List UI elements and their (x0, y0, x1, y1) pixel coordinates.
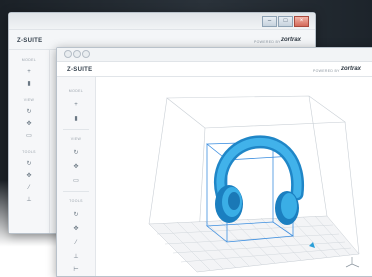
section-label-model: MODEL (68, 89, 84, 93)
window-controls (64, 50, 90, 58)
title-bar (57, 48, 372, 62)
minimize-button[interactable]: – (262, 16, 277, 27)
section-label-view: VIEW (23, 98, 35, 102)
scale-icon[interactable]: ⁄ (71, 239, 81, 247)
place-on-bed-icon[interactable]: ⊥ (71, 253, 81, 261)
window-controls: – □ × (262, 16, 309, 27)
sidebar: MODEL + ▮ VIEW ↻ ✥ ▭ TOOLS ↻ ✥ ⁄ ⊥ ⊢ (57, 77, 96, 276)
maximize-button[interactable]: □ (278, 16, 293, 27)
close-button[interactable]: × (294, 16, 309, 27)
axis-gizmo-icon[interactable] (345, 257, 360, 268)
app-window-front: Z-SUITE POWERED BY zortrax MODEL + ▮ VIE… (56, 47, 372, 277)
powered-by-label: POWERED BY (313, 69, 340, 73)
section-label-tools: TOOLS (69, 199, 83, 203)
cut-icon[interactable]: ⊢ (71, 266, 81, 274)
rotate-icon[interactable]: ↻ (71, 149, 81, 157)
title-bar: – □ × (9, 13, 315, 30)
section-divider (63, 129, 89, 130)
section-label-view: VIEW (70, 137, 82, 141)
build-plate-grid (148, 215, 360, 273)
plus-icon[interactable]: + (71, 101, 81, 109)
maximize-button[interactable] (82, 50, 90, 58)
powered-by-label: POWERED BY (254, 40, 281, 44)
section-divider (63, 191, 89, 192)
close-button[interactable] (64, 50, 72, 58)
app-logo: Z-SUITE (67, 67, 93, 73)
camera-icon[interactable]: ▭ (71, 177, 81, 185)
plus-icon[interactable]: + (24, 68, 34, 76)
section-label-tools: TOOLS (22, 150, 36, 154)
trash-icon[interactable]: ▮ (71, 115, 81, 123)
app-logo: Z-SUITE (17, 38, 43, 44)
rotate-icon[interactable]: ↻ (24, 108, 34, 116)
camera-icon[interactable]: ▭ (24, 132, 34, 140)
rotate-model-icon[interactable]: ↻ (24, 160, 34, 168)
move-icon[interactable]: ✥ (24, 120, 34, 128)
minimize-button[interactable] (73, 50, 81, 58)
rotate-model-icon[interactable]: ↻ (71, 211, 81, 219)
sidebar: MODEL + ▮ VIEW ↻ ✥ ▭ TOOLS ↻ ✥ ⁄ ⊥ (9, 50, 50, 233)
vendor-logo: zortrax (341, 66, 362, 72)
move-icon[interactable]: ✥ (71, 163, 81, 171)
move-model-icon[interactable]: ✥ (71, 225, 81, 233)
headphones-model[interactable] (214, 135, 305, 225)
trash-icon[interactable]: ▮ (24, 80, 34, 88)
place-on-bed-icon[interactable]: ⊥ (24, 196, 34, 204)
move-model-icon[interactable]: ✥ (24, 172, 34, 180)
3d-viewport[interactable] (97, 76, 372, 276)
vendor-logo: zortrax (281, 37, 302, 43)
scale-icon[interactable]: ⁄ (24, 184, 34, 192)
section-label-model: MODEL (21, 58, 37, 62)
